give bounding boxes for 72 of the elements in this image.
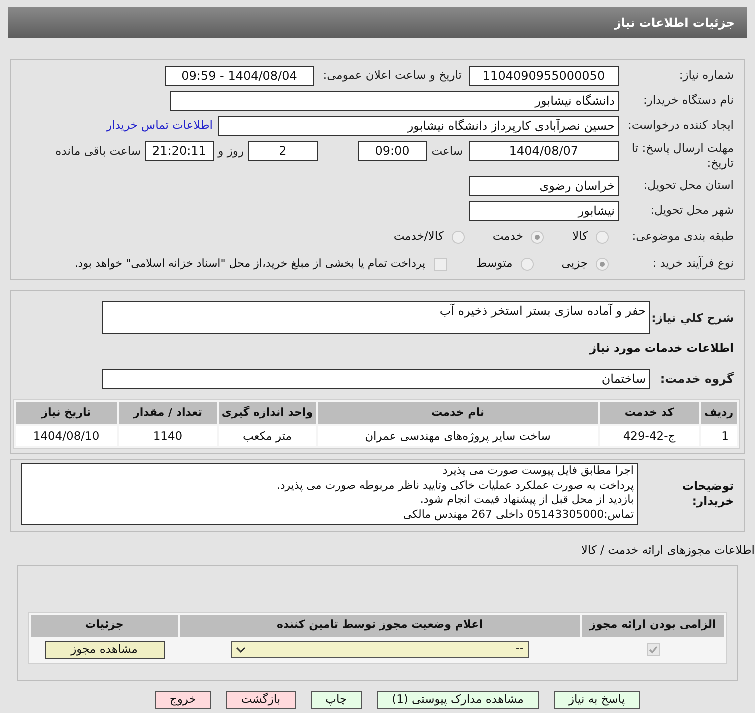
action-button[interactable]: پاسخ به نیاز [554,690,640,708]
section-title: اطلاعات مجوزهای ارائه خدمت / کالا [581,542,755,560]
column-header: نام خدمت [318,402,598,424]
radio-button[interactable] [596,258,609,270]
field-label: روز و [216,143,245,160]
table-cell: 1140 [119,426,217,446]
table-cell: ج-42-429 [600,426,699,446]
notes-line: تماس:05143305000 داخلی 267 مهندس مالکی [403,508,634,522]
page-title: جزئیات اطلاعات نیاز [614,14,735,32]
remaining-time-field[interactable]: 21:20:11 [145,141,214,161]
radio-button[interactable] [596,230,609,244]
field-label: ساعت باقی مانده [56,143,142,160]
radio-label: خدمت [492,228,524,246]
column-header: واحد اندازه گیری [219,402,316,424]
radio-button[interactable] [452,230,465,244]
field-label: ایجاد کننده درخواست: [627,117,734,134]
status-dropdown[interactable]: -- [231,641,529,658]
radio-label: کالا/خدمت [394,228,444,246]
radio-label: کالا [572,228,588,246]
field-label: شرح کلي نياز: [650,310,734,327]
notes-line: بازدید از محل قبل از پیشنهاد قیمت انجام شود. [420,493,634,508]
contact-buyer-link[interactable]: اطلاعات تماس خریدار [106,117,213,135]
table-cell: 1404/08/10 [16,426,117,446]
section-title: اطلاعات خدمات مورد نیاز [588,340,734,357]
column-header: کد خدمت [600,402,699,424]
field-label: شهر محل تحویل: [650,202,734,220]
checkbox-label: پرداخت تمام یا بخشی از مبلغ خرید،از محل "اسناد خزانه اسلامی" خواهد بود. [74,256,426,272]
column-header: الزامی بودن ارائه مجوز [582,614,724,636]
text-field[interactable]: دانشگاه نیشابور [170,91,619,111]
text-field[interactable]: 1404/08/07 [469,141,619,161]
view-license-button[interactable]: مشاهده مجوز [44,640,164,658]
field-label: طبقه بندی موضوعی: [631,228,734,246]
table-cell: متر مکعب [219,426,316,446]
field-label: نوع فرآیند خرید : [652,255,734,272]
action-button[interactable]: بازگشت [226,690,296,708]
column-header: اعلام وضعیت مجوز توسط تامین کننده [180,614,580,636]
table-cell: ساخت سایر پروژه‌های مهندسی عمران [318,426,598,446]
summary-textarea[interactable]: حفر و آماده سازی بستر استخر ذخیره آب [102,301,650,334]
table-cell: 1 [701,426,737,446]
field-label: شماره نیاز: [678,67,734,84]
column-header: ردیف [701,402,737,424]
field-label: مهلت ارسال پاسخ: تا تاریخ: [630,141,734,171]
field-label: تاریخ و ساعت اعلان عمومی: [322,67,463,84]
field-label: ساعت [430,143,464,160]
chevron-down-icon [236,646,246,652]
field-label: استان محل تحویل: [642,177,734,194]
text-field[interactable]: ساختمان [102,369,650,390]
radio-button[interactable] [520,258,534,270]
action-button[interactable]: مشاهده مدارک پیوستی (1) [377,690,539,708]
notes-line: پرداخت به صورت عملکرد عملیات خاکی وتایید ناظر مربوطه صورت می پذیرد. [276,478,634,494]
column-header: جزئیات [31,614,178,636]
radio-button[interactable] [531,230,544,244]
text-field[interactable]: 09:00 [358,141,427,161]
radio-label: متوسط [476,255,513,272]
field-label: گروه خدمت: [659,371,734,388]
checkbox[interactable] [646,643,660,656]
text-field[interactable]: 2 [248,141,318,161]
field-label: نام دستگاه خریدار: [642,92,734,110]
radio-label: جزیی [562,255,588,272]
notes-line: اجرا مطابق فایل پیوست صورت می پذیرد [442,464,634,479]
text-field[interactable]: نیشابور [469,201,619,221]
text-field[interactable]: حسین نصرآبادی کارپرداز دانشگاه نیشابور [218,116,619,136]
text-field[interactable]: 1104090955000050 [469,66,619,86]
notes-textarea[interactable]: اجرا مطابق فایل پیوست صورت می پذیرد پرداخت به صورت عملکرد عملیات خاکی وتایید ناظر مربوطه صورت می پذیرد. بازدید از محل قبل از پیشنهاد قیمت انجام شود. تماس:05143305000 داخلی 267 مهندس مالکی [21,463,638,526]
action-button[interactable]: چاپ [310,690,362,708]
field-label: توضیحات خریدار: [682,478,734,510]
checkbox[interactable] [434,258,447,270]
action-button[interactable]: خروج [154,690,212,708]
column-header: تعداد / مقدار [119,402,217,424]
text-field[interactable]: 1404/08/04 - 09:59 [165,66,314,86]
text-field[interactable]: خراسان رضوی [469,176,619,196]
column-header: تاریخ نیاز [16,402,117,424]
